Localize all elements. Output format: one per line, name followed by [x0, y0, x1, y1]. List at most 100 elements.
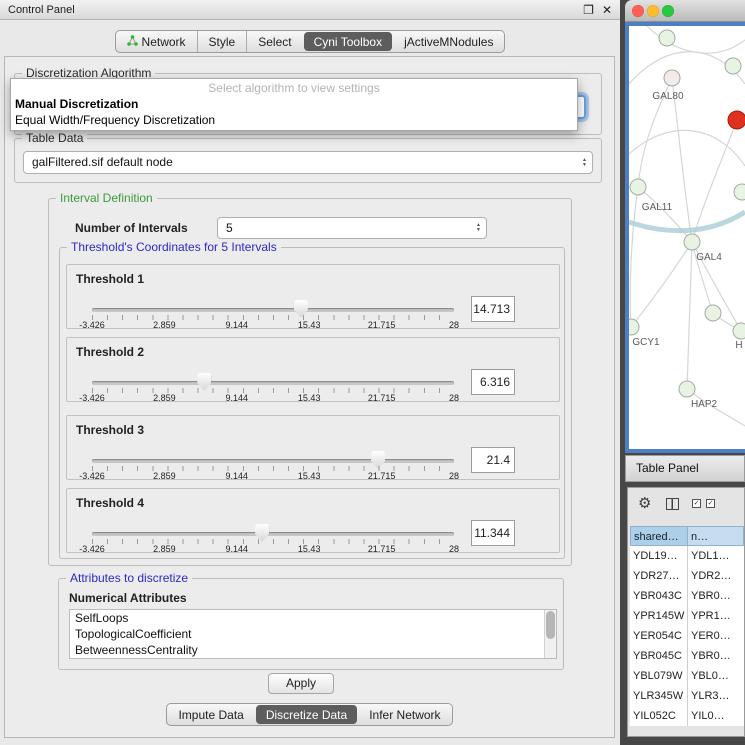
table-cell[interactable]: YPR1…	[688, 606, 744, 626]
attribute-list-item[interactable]: BetweennessCentrality	[70, 642, 556, 658]
table-row[interactable]: YDR27…YDR2…	[630, 566, 744, 586]
network-node-gal11[interactable]	[630, 179, 646, 195]
threshold-label: Threshold 2	[76, 345, 144, 359]
network-node[interactable]	[728, 111, 745, 129]
table-cell[interactable]: YBR043C	[630, 586, 688, 606]
network-node[interactable]	[725, 58, 741, 74]
number-of-intervals-combobox[interactable]: 5 ▲▼	[217, 217, 487, 239]
attributes-list-scrollbar[interactable]	[544, 610, 556, 658]
threshold-value-field[interactable]: 21.4	[471, 447, 515, 473]
threshold-label: Threshold 3	[76, 423, 144, 437]
network-node-hap2[interactable]	[679, 381, 695, 397]
table-cell[interactable]: YDL1…	[688, 546, 744, 566]
threshold-panel-4: Threshold 4-3.4262.8599.14415.4321.71528…	[66, 488, 560, 553]
network-edge[interactable]	[629, 212, 745, 231]
tab-impute-data[interactable]: Impute Data	[167, 704, 254, 725]
dropdown-option[interactable]: Manual Discretization	[11, 96, 577, 112]
tab-label: Style	[209, 35, 236, 49]
threshold-value-field[interactable]: 6.316	[471, 369, 515, 395]
network-edge[interactable]	[630, 187, 638, 327]
zoom-traffic-light-icon[interactable]	[662, 5, 674, 17]
network-edge[interactable]	[629, 130, 745, 166]
close-traffic-light-icon[interactable]	[632, 5, 644, 17]
table-row[interactable]: YPR145WYPR1…	[630, 606, 744, 626]
table-cell[interactable]: YDR2…	[688, 566, 744, 586]
group-title: Interval Definition	[56, 191, 157, 205]
stepper-icon: ▲▼	[582, 158, 587, 168]
select-all-checkbox-icon[interactable]: ✓	[692, 499, 701, 508]
table-cell[interactable]: YPR145W	[630, 606, 688, 626]
select-none-checkbox-icon[interactable]: ✓	[706, 499, 715, 508]
network-edge[interactable]	[631, 242, 692, 327]
dropdown-option[interactable]: Equal Width/Frequency Discretization	[11, 112, 577, 128]
table-cell[interactable]: YLR345W	[630, 686, 688, 706]
table-cell[interactable]: YLR3…	[688, 686, 744, 706]
tab-label: Select	[258, 35, 291, 49]
network-node-h[interactable]	[733, 323, 745, 339]
gear-icon[interactable]: ⚙	[638, 494, 651, 512]
float-window-icon[interactable]: ❐	[583, 3, 594, 17]
node-table: shared…n…YDL19…YDL1…YDR27…YDR2…YBR043CYB…	[630, 526, 744, 726]
network-node-gal80[interactable]	[664, 70, 680, 86]
network-edge[interactable]	[687, 242, 692, 389]
table-data-combobox[interactable]: galFiltered.sif default node ▲▼	[23, 151, 593, 174]
column-header[interactable]: shared…	[630, 526, 688, 546]
minimize-traffic-light-icon[interactable]	[647, 5, 659, 17]
threshold-slider-track[interactable]	[92, 459, 454, 463]
table-cell[interactable]: YBL079W	[630, 666, 688, 686]
table-row[interactable]: YIL052CYIL0…	[630, 706, 744, 726]
close-window-icon[interactable]: ✕	[602, 3, 612, 17]
column-header[interactable]: n…	[688, 526, 744, 546]
tab-style[interactable]: Style	[197, 31, 247, 52]
table-cell[interactable]: YBL0…	[688, 666, 744, 686]
tab-select[interactable]: Select	[246, 31, 302, 52]
columns-icon[interactable]	[666, 498, 679, 510]
apply-button[interactable]: Apply	[268, 673, 334, 694]
attributes-to-discretize-group: Attributes to discretize Numerical Attri…	[58, 578, 564, 670]
network-window-titlebar[interactable]	[625, 0, 745, 22]
tab-network[interactable]: Network	[116, 31, 197, 52]
table-cell[interactable]: YDR27…	[630, 566, 688, 586]
network-edge[interactable]	[638, 187, 692, 242]
scale-label: 2.859	[153, 320, 176, 330]
table-cell[interactable]: YDL19…	[630, 546, 688, 566]
table-row[interactable]: YBR045CYBR0…	[630, 646, 744, 666]
table-panel-titlebar[interactable]: Table Panel	[625, 455, 745, 482]
threshold-panel-3: Threshold 3-3.4262.8599.14415.4321.71528…	[66, 415, 560, 480]
scrollbar-thumb[interactable]	[546, 611, 555, 639]
tab-cyni-toolbox[interactable]: Cyni Toolbox	[304, 32, 392, 51]
scale-label: 28	[449, 471, 459, 481]
tab-infer-network[interactable]: Infer Network	[358, 704, 451, 725]
network-node-gal4[interactable]	[684, 234, 700, 250]
attribute-list-item[interactable]: TopologicalCoefficient	[70, 626, 556, 642]
table-cell[interactable]: YBR045C	[630, 646, 688, 666]
table-cell[interactable]: YER054C	[630, 626, 688, 646]
table-row[interactable]: YBR043CYBR0…	[630, 586, 744, 606]
threshold-slider-track[interactable]	[92, 532, 454, 536]
table-row[interactable]: YER054CYER0…	[630, 626, 744, 646]
threshold-slider-track[interactable]	[92, 308, 454, 312]
table-cell[interactable]: YBR0…	[688, 646, 744, 666]
control-panel-titlebar[interactable]: Control Panel ❐ ✕	[0, 0, 620, 20]
table-row[interactable]: YLR345WYLR3…	[630, 686, 744, 706]
table-cell[interactable]: YER0…	[688, 626, 744, 646]
table-toolbar: ⚙ ✓ ✓	[628, 488, 744, 524]
attribute-list-item[interactable]: SelfLoops	[70, 610, 556, 626]
slider-scale-labels: -3.4262.8599.14415.4321.71528	[92, 393, 454, 403]
threshold-value-field[interactable]: 11.344	[471, 520, 515, 546]
tab-discretize-data[interactable]: Discretize Data	[256, 705, 357, 724]
table-row[interactable]: YBL079WYBL0…	[630, 666, 744, 686]
table-cell[interactable]: YIL0…	[688, 706, 744, 726]
network-canvas[interactable]: GAL80GAL11GAL4GCY1HAP2H	[629, 26, 745, 449]
table-row[interactable]: YDL19…YDL1…	[630, 546, 744, 566]
threshold-slider-track[interactable]	[92, 381, 454, 385]
table-cell[interactable]: YBR0…	[688, 586, 744, 606]
network-node-gcy1[interactable]	[629, 319, 639, 335]
tab-jactivemnodules[interactable]: jActiveMNodules	[393, 31, 504, 52]
network-node[interactable]	[705, 305, 721, 321]
table-cell[interactable]: YIL052C	[630, 706, 688, 726]
threshold-value-field[interactable]: 14.713	[471, 296, 515, 322]
network-edge[interactable]	[672, 78, 692, 242]
network-node[interactable]	[659, 30, 675, 46]
network-node[interactable]	[734, 184, 745, 200]
